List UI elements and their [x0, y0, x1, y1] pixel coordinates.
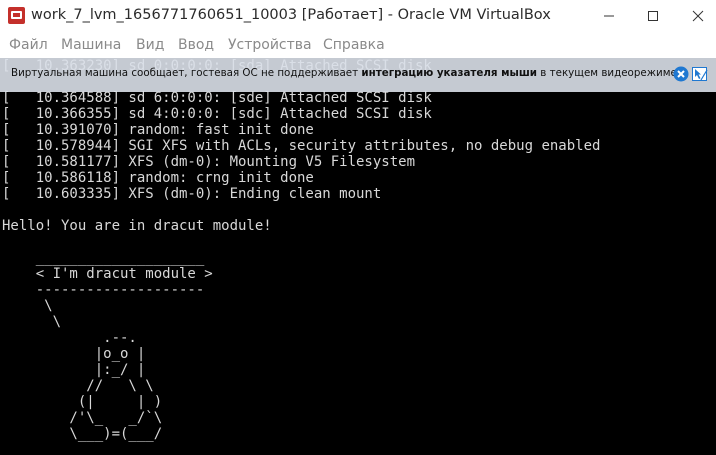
close-button[interactable]	[683, 3, 713, 29]
title-bar: work_7_lvm_1656771760651_10003 [Работает…	[0, 0, 716, 33]
maximize-button[interactable]	[638, 3, 668, 29]
menu-devices[interactable]: Устройства	[228, 37, 312, 53]
window-title: work_7_lvm_1656771760651_10003 [Работает…	[31, 7, 551, 23]
close-icon	[692, 10, 704, 22]
banner-close-icon[interactable]	[673, 66, 689, 82]
minimize-button[interactable]	[594, 3, 624, 29]
maximize-icon	[648, 11, 658, 21]
virtualbox-icon	[8, 7, 25, 24]
minimize-icon	[604, 15, 614, 17]
console-output: [ 10.363230] sd 0:0:0:0: [sda] Attached …	[2, 58, 601, 442]
menu-view[interactable]: Вид	[136, 37, 164, 53]
menu-help[interactable]: Справка	[323, 37, 385, 53]
notification-banner: Виртуальная машина сообщает, гостевая ОС…	[0, 58, 716, 92]
menu-bar: Файл Машина Вид Ввод Устройства Справка	[0, 33, 716, 58]
vm-screen[interactable]: [ 10.363230] sd 0:0:0:0: [sda] Attached …	[0, 58, 716, 455]
banner-message: Виртуальная машина сообщает, гостевая ОС…	[11, 67, 681, 79]
menu-machine[interactable]: Машина	[61, 37, 121, 53]
menu-file[interactable]: Файл	[9, 37, 48, 53]
menu-input[interactable]: Ввод	[178, 37, 214, 53]
mouse-integration-icon[interactable]	[692, 66, 708, 82]
